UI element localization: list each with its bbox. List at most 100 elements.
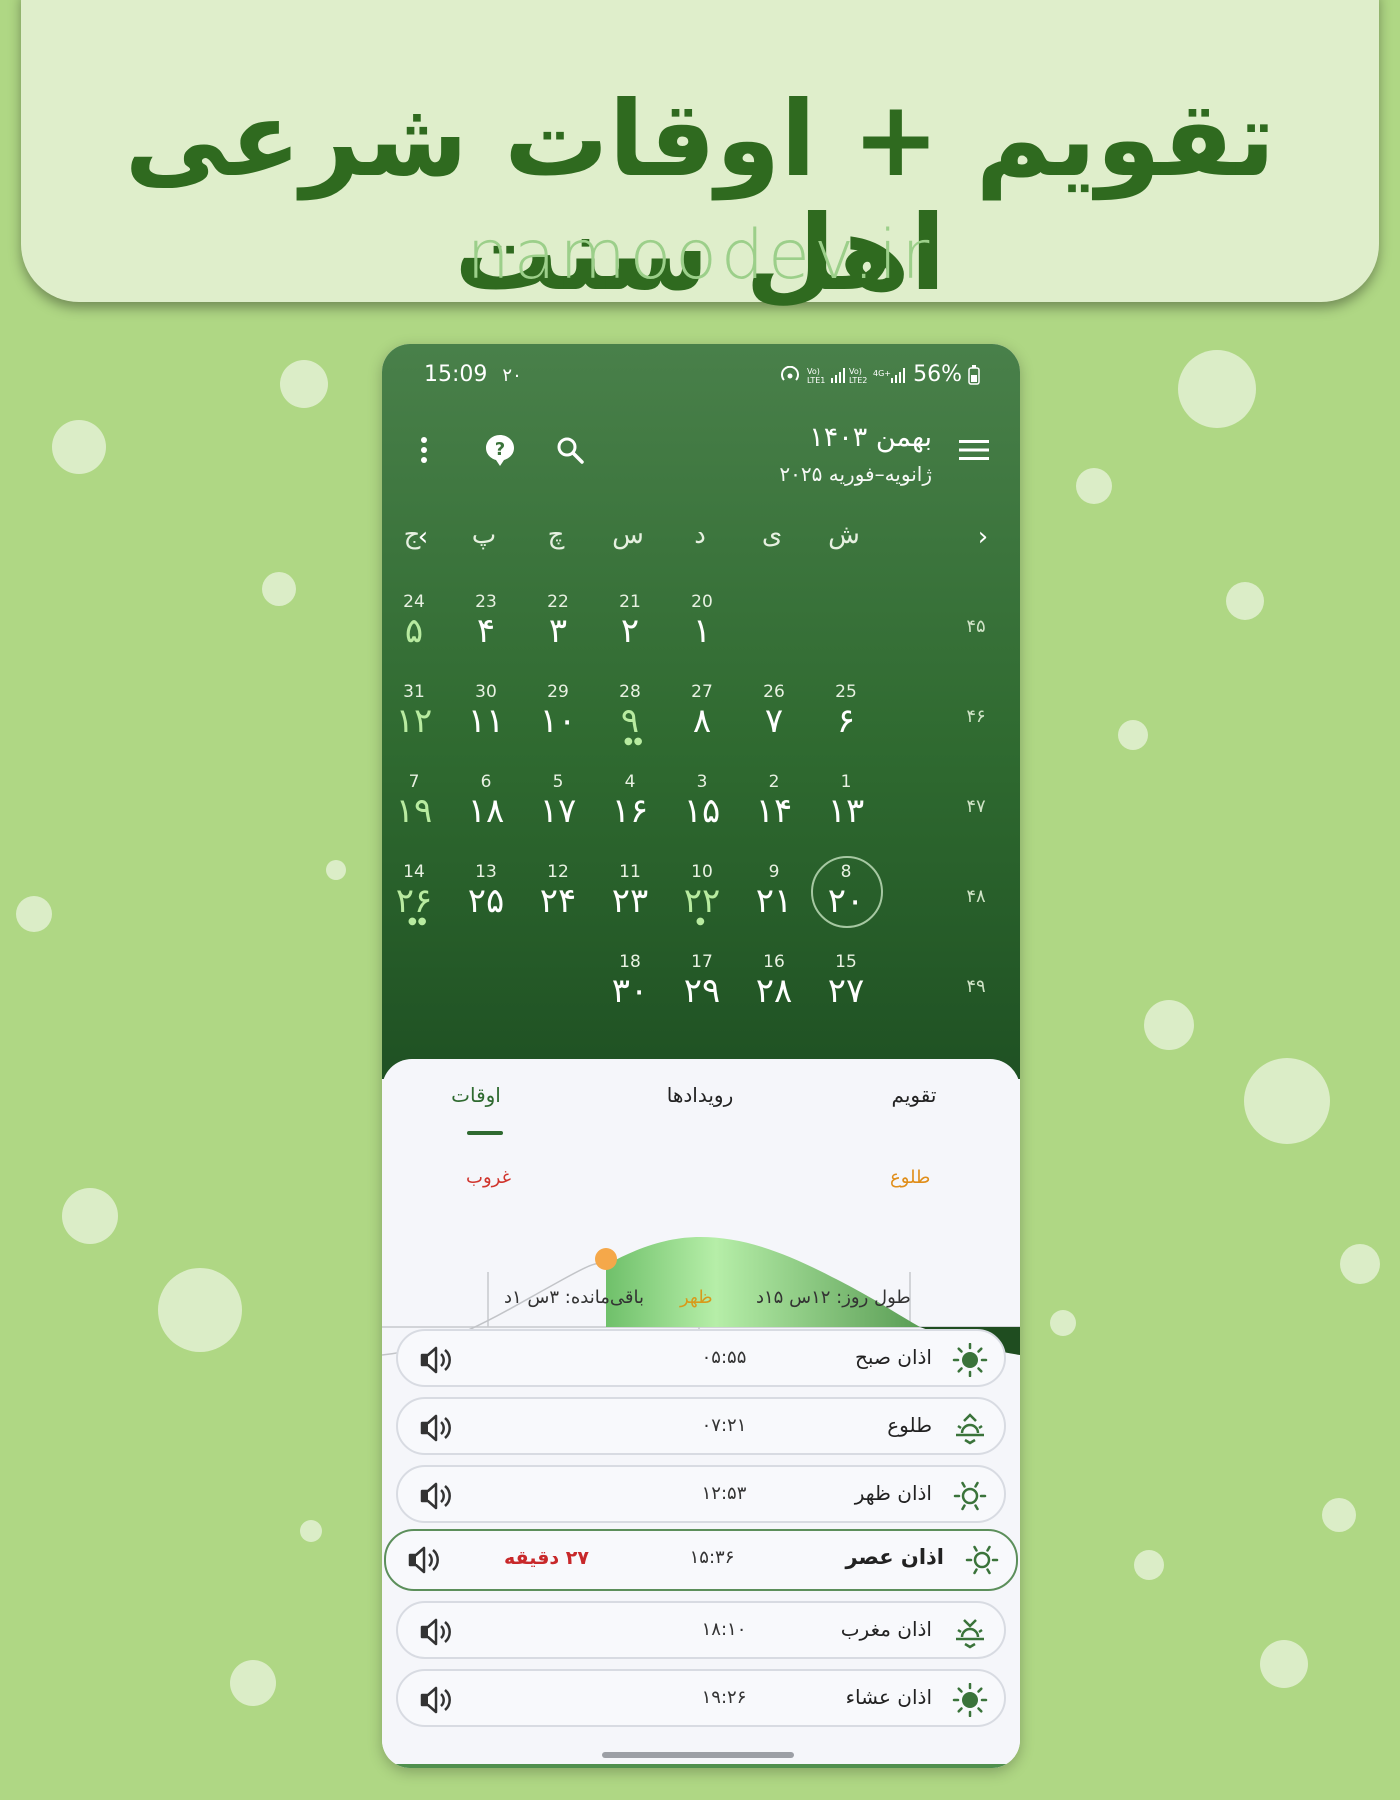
gregorian-day: 31 <box>403 682 425 702</box>
help-icon[interactable]: ? <box>478 428 522 472</box>
prayer-time: ۰۵:۵۵ <box>701 1347 747 1368</box>
day-cell[interactable]: 11 ۲۳ <box>598 860 662 938</box>
day-cell[interactable]: 26 ۷ <box>742 680 806 758</box>
week-number: ۴۷ <box>966 796 986 817</box>
prayer-row[interactable]: اذان عصر ۱۵:۳۶ ۲۷ دقیقه <box>384 1529 1018 1591</box>
day-cell[interactable]: 7 ۱۹ <box>382 770 446 848</box>
weekday-fri: ج <box>403 520 421 550</box>
day-cell[interactable]: 2 ۱۴ <box>742 770 806 848</box>
prayer-row[interactable]: اذان ظهر ۱۲:۵۳ <box>396 1465 1006 1523</box>
signal-icon: Vo) LTE1 Vo) LTE2 4G+ <box>807 367 906 384</box>
day-cell[interactable]: 22 ۳ <box>526 590 590 668</box>
day-cell[interactable]: 17 ۲۹ <box>670 950 734 1028</box>
persian-day: ۲۲ <box>683 881 721 921</box>
persian-day: ۷ <box>764 701 784 741</box>
gregorian-day: 18 <box>619 952 641 972</box>
phone-screen: 15:09 ۲۰ Vo) LTE1 Vo) LTE2 4G+ 56% بهمن … <box>382 344 1020 1768</box>
sunrise-icon <box>952 1411 988 1445</box>
persian-day: ۱۹ <box>395 791 433 831</box>
day-cell[interactable]: 15 ۲۷ <box>814 950 878 1028</box>
persian-day: ۳ <box>548 611 568 651</box>
day-cell[interactable]: 5 ۱۷ <box>526 770 590 848</box>
speaker-icon[interactable] <box>418 1479 454 1513</box>
day-cell[interactable]: 12 ۲۴ <box>526 860 590 938</box>
prayer-row[interactable]: اذان صبح ۰۵:۵۵ <box>396 1329 1006 1387</box>
day-cell[interactable]: 25 ۶ <box>814 680 878 758</box>
day-cell[interactable]: 23 ۴ <box>454 590 518 668</box>
menu-icon[interactable] <box>952 428 996 472</box>
day-cell[interactable]: 24 ۵ <box>382 590 446 668</box>
prayer-row[interactable]: طلوع ۰۷:۲۱ <box>396 1397 1006 1455</box>
day-cell[interactable]: 6 ۱۸ <box>454 770 518 848</box>
gregorian-day: 12 <box>547 862 569 882</box>
day-cell[interactable]: 14 ۲۶ ●● <box>382 860 446 938</box>
day-cell[interactable]: 3 ۱۵ <box>670 770 734 848</box>
gregorian-day: 20 <box>691 592 713 612</box>
day-cell[interactable]: 21 ۲ <box>598 590 662 668</box>
persian-day: ۱۰ <box>539 701 577 741</box>
battery-icon <box>968 364 980 385</box>
day-cell[interactable]: 29 ۱۰ <box>526 680 590 758</box>
tab-times[interactable]: اوقات <box>416 1083 536 1107</box>
day-cell[interactable]: 27 ۸ <box>670 680 734 758</box>
day-cell[interactable]: 31 ۱۲ <box>382 680 446 758</box>
gregorian-day: 1 <box>840 772 852 792</box>
remaining-label: باقی‌مانده: ۳س ۱د <box>504 1287 644 1308</box>
chevron-right-icon[interactable]: › <box>968 522 998 552</box>
speaker-icon[interactable] <box>406 1543 442 1577</box>
banner-url: namoodev.ir <box>466 216 934 295</box>
speaker-icon[interactable] <box>418 1411 454 1445</box>
week-number: ۴۸ <box>966 886 986 907</box>
sun-icon <box>952 1682 988 1718</box>
gregorian-day: 29 <box>547 682 569 702</box>
persian-day: ۱۱ <box>467 701 505 741</box>
tab-events[interactable]: رویدادها <box>640 1083 760 1107</box>
persian-day: ۶ <box>836 701 856 741</box>
day-cell[interactable]: 20 ۱ <box>670 590 734 668</box>
status-date-badge: ۲۰ <box>502 365 522 386</box>
more-vert-icon[interactable] <box>402 428 446 472</box>
day-cell[interactable]: 16 ۲۸ <box>742 950 806 1028</box>
hotspot-icon <box>781 365 800 381</box>
home-indicator[interactable] <box>602 1752 794 1758</box>
day-cell[interactable]: 1 ۱۳ <box>814 770 878 848</box>
persian-day: ۲ <box>620 611 640 651</box>
day-cell[interactable]: 4 ۱۶ <box>598 770 662 848</box>
sunset-icon <box>952 1615 988 1649</box>
day-cell[interactable]: 28 ۹ ●● <box>598 680 662 758</box>
prayer-row[interactable]: اذان مغرب ۱۸:۱۰ <box>396 1601 1006 1659</box>
gregorian-day: 27 <box>691 682 713 702</box>
sun-icon <box>595 1248 617 1270</box>
calendar-header-area: 15:09 ۲۰ Vo) LTE1 Vo) LTE2 4G+ 56% بهمن … <box>382 344 1020 1079</box>
month-title[interactable]: بهمن ۱۴۰۳ <box>809 422 932 453</box>
day-cell-today[interactable]: 8 ۲۰ <box>811 856 883 938</box>
battery-level: 56% <box>913 362 962 387</box>
persian-day: ۲۷ <box>827 971 865 1011</box>
persian-day: ۹ <box>620 701 640 741</box>
gregorian-day: 3 <box>696 772 708 792</box>
day-cell[interactable]: 13 ۲۵ <box>454 860 518 938</box>
bottom-sheet: اوقات رویدادها تقویم غروب طلوع باقی‌ماند… <box>382 1059 1020 1768</box>
speaker-icon[interactable] <box>418 1683 454 1717</box>
status-bar: 15:09 ۲۰ Vo) LTE1 Vo) LTE2 4G+ 56% <box>382 344 1020 408</box>
search-icon[interactable] <box>548 428 592 472</box>
day-cell[interactable]: 9 ۲۱ <box>742 860 806 938</box>
day-cell[interactable]: 18 ۳۰ <box>598 950 662 1028</box>
persian-day: ۲۸ <box>755 971 793 1011</box>
speaker-icon[interactable] <box>418 1343 454 1377</box>
gregorian-day: 21 <box>619 592 641 612</box>
tab-calendar[interactable]: تقویم <box>854 1083 974 1107</box>
speaker-icon[interactable] <box>418 1615 454 1649</box>
day-cell[interactable]: 30 ۱۱ <box>454 680 518 758</box>
status-clock: 15:09 <box>424 362 488 387</box>
gregorian-day: 16 <box>763 952 785 972</box>
prayer-time: ۱۹:۲۶ <box>701 1687 747 1708</box>
day-cell[interactable]: 10 ۲۲ ● <box>670 860 734 938</box>
week-number: ۴۶ <box>966 706 986 727</box>
bottom-edge <box>382 1764 1020 1768</box>
prayer-row[interactable]: اذان عشاء ۱۹:۲۶ <box>396 1669 1006 1727</box>
svg-text:LTE1: LTE1 <box>807 376 825 384</box>
prayer-time: ۱۸:۱۰ <box>701 1619 747 1640</box>
gregorian-day: 7 <box>408 772 420 792</box>
gregorian-day: 5 <box>552 772 564 792</box>
